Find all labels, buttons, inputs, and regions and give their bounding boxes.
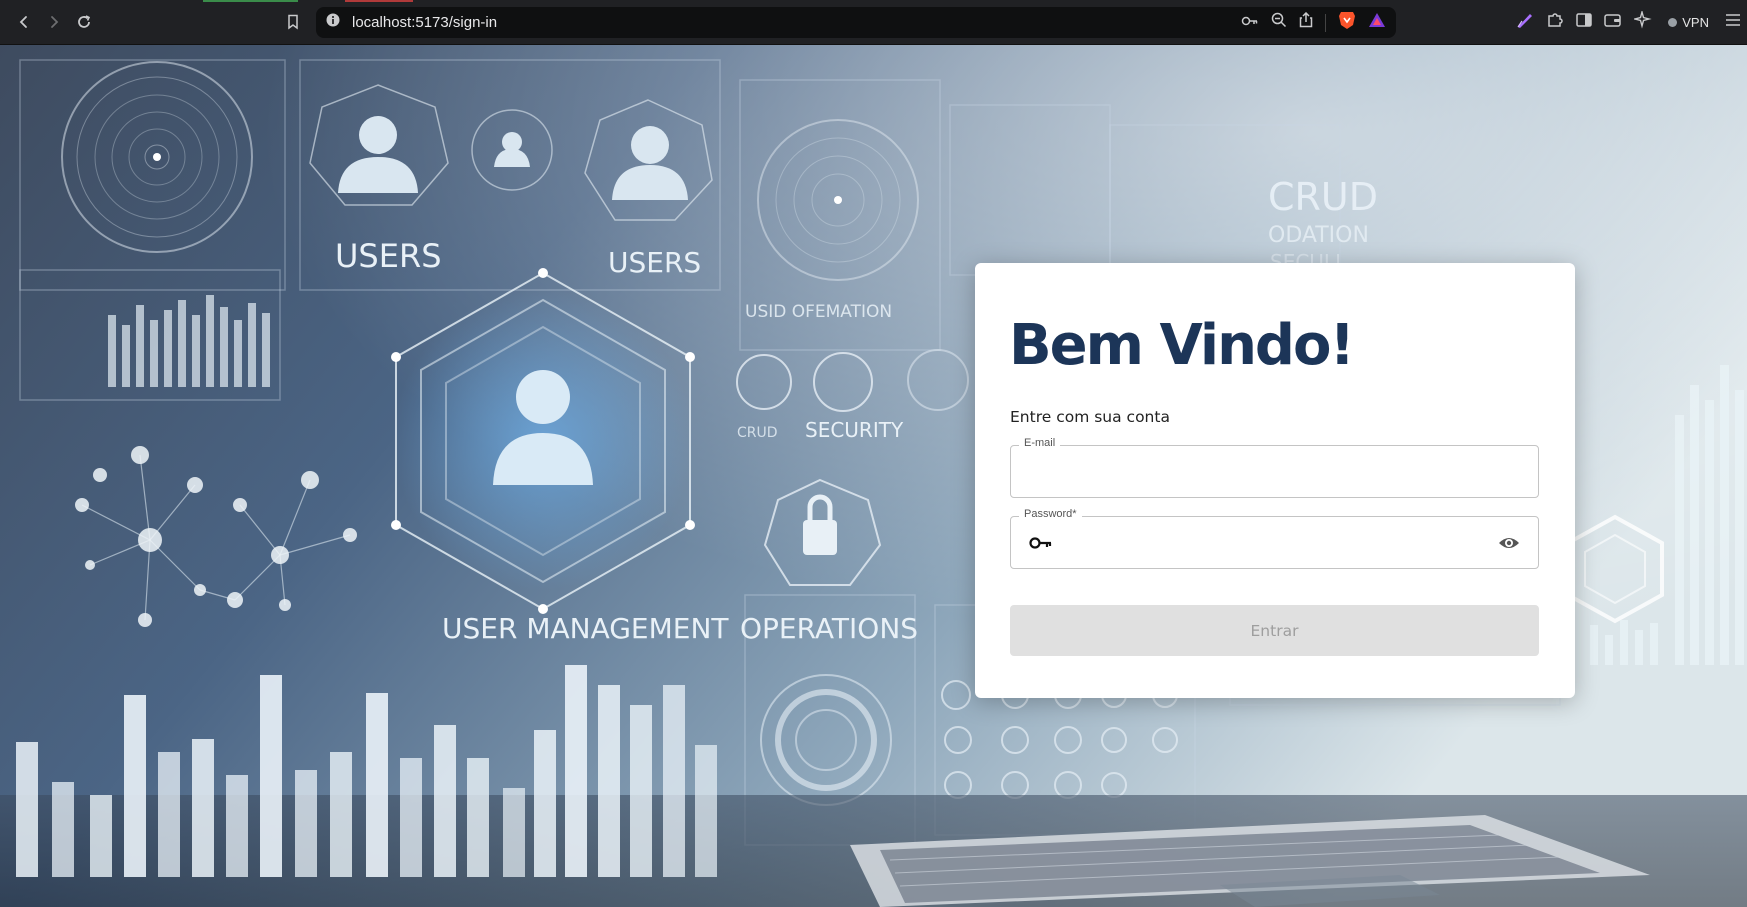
page-viewport: USERS USERS USER MANAGEMENT OPERATIONS S… [0, 45, 1747, 907]
eye-icon[interactable] [1498, 534, 1520, 552]
sidebar-icon[interactable] [1576, 12, 1593, 32]
brave-lion-icon[interactable] [1338, 10, 1356, 35]
site-info-icon[interactable] [326, 13, 340, 32]
password-label: Password* [1019, 508, 1082, 520]
submit-button[interactable]: Entrar [1010, 605, 1539, 656]
svg-text:CRUD: CRUD [1268, 175, 1378, 219]
zoom-out-icon[interactable] [1271, 12, 1287, 33]
svg-text:CRUD: CRUD [737, 425, 778, 441]
vpn-status-icon [1668, 17, 1678, 27]
puzzle-icon[interactable] [1546, 11, 1564, 34]
login-card: Bem Vindo! Entre com sua conta E-mail Pa… [975, 263, 1575, 698]
key-icon [1029, 537, 1052, 549]
email-field[interactable]: E-mail [1010, 437, 1539, 498]
svg-text:SECURITY: SECURITY [805, 418, 904, 442]
wallet-icon[interactable] [1604, 13, 1622, 32]
svg-text:ODATION: ODATION [1268, 223, 1369, 248]
sparkle-icon[interactable] [1632, 8, 1652, 34]
address-bar[interactable]: localhost:5173/sign-in [316, 7, 1396, 38]
vpn-button[interactable]: VPN [1664, 13, 1713, 32]
svg-text:USERS: USERS [608, 246, 701, 279]
reload-icon[interactable] [70, 8, 98, 36]
password-input[interactable] [1061, 527, 1481, 559]
page-title: Bem Vindo! [1009, 313, 1355, 378]
divider [1325, 13, 1326, 32]
svg-text:USID OFEMATION: USID OFEMATION [745, 302, 892, 322]
tab-indicator [203, 0, 298, 2]
forward-arrow-icon[interactable] [40, 8, 68, 36]
login-subtitle: Entre com sua conta [1010, 408, 1170, 426]
vpn-label: VPN [1682, 14, 1709, 30]
bg-users-label: USERS [335, 237, 442, 275]
leo-ai-icon[interactable] [1516, 11, 1534, 34]
hamburger-menu-icon[interactable] [1725, 13, 1741, 32]
email-input[interactable] [1023, 456, 1503, 488]
share-icon[interactable] [1299, 11, 1313, 33]
svg-text:USER MANAGEMENT: USER MANAGEMENT [442, 612, 729, 645]
triangle-icon[interactable] [1368, 12, 1386, 33]
url-text: localhost:5173/sign-in [352, 14, 498, 31]
password-field[interactable]: Password* [1010, 508, 1539, 569]
bookmark-icon[interactable] [279, 8, 307, 36]
browser-toolbar: localhost:5173/sign-in VPN [0, 0, 1747, 45]
tab-indicator [345, 0, 413, 2]
key-icon[interactable] [1241, 14, 1259, 32]
svg-text:OPERATIONS: OPERATIONS [740, 612, 918, 645]
back-arrow-icon[interactable] [10, 8, 38, 36]
email-label: E-mail [1019, 437, 1061, 449]
